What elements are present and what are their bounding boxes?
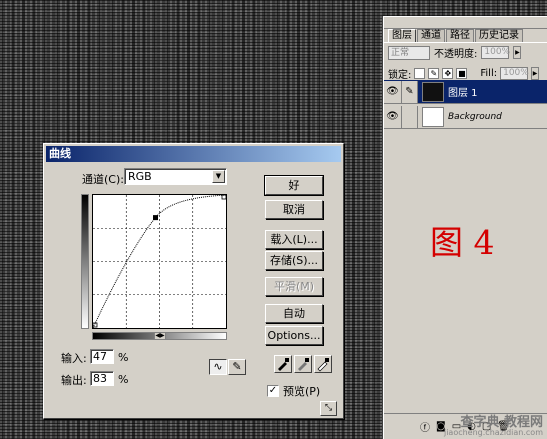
white-eyedropper-icon[interactable] — [314, 355, 332, 373]
dialog-title: 曲线 — [46, 146, 341, 162]
watermark: 查字典 教程网 jiaocheng.chazidian.com — [444, 416, 543, 437]
lock-label: 锁定: — [388, 70, 412, 81]
cancel-button[interactable]: 取消 — [265, 200, 323, 219]
layer-style-icon[interactable]: ⓕ — [420, 419, 430, 434]
panel-title-bar[interactable] — [384, 17, 547, 29]
channel-select[interactable]: RGB ▼ — [124, 168, 227, 185]
input-gradient-bar: ◀▶ — [92, 332, 227, 340]
lock-row: 锁定: ✎ ✥ ■ Fill: 100% ▶ — [388, 66, 540, 81]
fill-field[interactable]: 100% — [500, 67, 529, 80]
ok-button[interactable]: 好 — [264, 175, 324, 196]
curve-control-point[interactable] — [153, 215, 159, 221]
layer-thumbnail — [422, 81, 444, 102]
output-percent: % — [118, 373, 129, 386]
eye-icon[interactable]: 👁 — [384, 105, 402, 128]
preview-row[interactable]: ✓ 预览(P) — [267, 383, 320, 399]
smooth-button[interactable]: 平滑(M) — [265, 277, 323, 296]
opacity-label: 不透明度: — [434, 49, 478, 60]
channel-value: RGB — [128, 170, 152, 183]
blend-row: 正常 不透明度: 100% ▶ — [388, 45, 522, 60]
save-button[interactable]: 存储(S)... — [265, 251, 323, 270]
blend-mode-select[interactable]: 正常 — [388, 45, 430, 60]
load-button[interactable]: 载入(L)... — [265, 230, 323, 249]
link-icon[interactable] — [402, 105, 418, 128]
figure-label: 图 4 — [430, 223, 495, 262]
input-field[interactable]: 47 — [90, 349, 114, 364]
pencil-tool-icon[interactable]: ✎ — [228, 359, 246, 375]
tab-paths[interactable]: 路径 — [446, 29, 474, 42]
layer-name: 图层 1 — [448, 88, 478, 99]
layer-name: Background — [448, 111, 502, 122]
expand-icon[interactable]: ⤡ — [320, 401, 337, 416]
auto-button[interactable]: 自动 — [265, 304, 323, 323]
curves-dialog: 曲线 通道(C): RGB ▼ ◀▶ 输入: 47 % 输出: 83 % ∿ ✎… — [43, 143, 344, 419]
tab-history[interactable]: 历史记录 — [475, 29, 523, 42]
options-button[interactable]: Options... — [265, 326, 323, 345]
output-field[interactable]: 83 — [90, 371, 114, 386]
curve-endpoint-end[interactable] — [221, 194, 227, 200]
watermark-url: jiaocheng.chazidian.com — [443, 428, 543, 437]
gradient-toggle-icon[interactable]: ◀▶ — [154, 332, 166, 340]
brush-icon[interactable]: ✎ — [402, 80, 418, 103]
black-eyedropper-icon[interactable] — [274, 355, 292, 373]
layer-row[interactable]: 👁 Background — [384, 105, 547, 129]
layer-thumbnail — [422, 106, 444, 127]
opacity-field[interactable]: 100% — [481, 46, 510, 59]
preview-label: 预览(P) — [283, 385, 321, 398]
curve-graph-svg — [92, 194, 227, 329]
layer-row[interactable]: 👁 ✎ 图层 1 — [384, 80, 547, 104]
eye-icon[interactable]: 👁 — [384, 80, 402, 103]
fill-arrow-icon[interactable]: ▶ — [531, 67, 540, 80]
channel-label: 通道(C): — [82, 173, 124, 186]
fill-label: Fill: — [480, 68, 498, 79]
lock-transparency-icon[interactable] — [414, 68, 426, 79]
gray-eyedropper-icon[interactable] — [294, 355, 312, 373]
output-label: 输出: — [61, 374, 87, 387]
curve-grid — [93, 195, 226, 328]
panel-tabs: 图层 通道 路径 历史记录 — [384, 29, 547, 43]
lock-brush-icon[interactable]: ✎ — [428, 68, 440, 79]
tab-channels[interactable]: 通道 — [417, 29, 445, 42]
chevron-down-icon[interactable]: ▼ — [212, 170, 225, 183]
output-gradient-bar — [81, 194, 89, 329]
preview-checkbox[interactable]: ✓ — [267, 385, 279, 397]
input-percent: % — [118, 351, 129, 364]
curve-graph[interactable] — [92, 194, 227, 329]
tab-layers[interactable]: 图层 — [388, 29, 416, 42]
curve-tool-icon[interactable]: ∿ — [209, 359, 227, 375]
lock-all-icon[interactable]: ■ — [456, 68, 468, 79]
input-label: 输入: — [61, 352, 87, 365]
lock-move-icon[interactable]: ✥ — [442, 68, 454, 79]
opacity-arrow-icon[interactable]: ▶ — [513, 46, 522, 59]
